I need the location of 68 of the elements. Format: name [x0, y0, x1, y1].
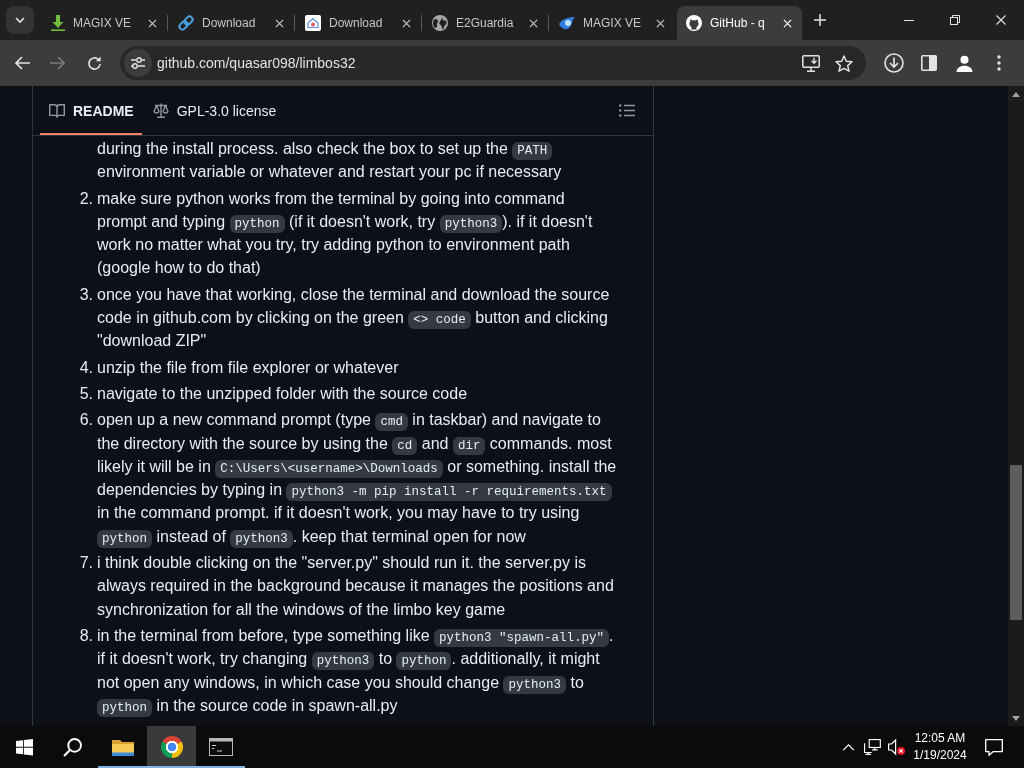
list-number: 8. — [78, 625, 93, 646]
scrollbar-thumb[interactable] — [1010, 465, 1022, 620]
close-icon — [274, 18, 284, 28]
list-number: 3. — [78, 284, 93, 305]
download-arrow-icon — [51, 15, 65, 31]
back-arrow-icon — [14, 56, 30, 70]
minimize-icon — [904, 19, 914, 21]
list-item-text: navigate to the unzipped folder with the source code — [97, 383, 469, 404]
monitor-arrow-icon — [802, 54, 820, 72]
chevron-up-icon — [841, 743, 855, 751]
comet-icon — [559, 16, 575, 30]
list-item-text: unzip the file from file explorer or whatever — [97, 357, 400, 378]
book-icon — [49, 103, 65, 118]
console-window-icon — [208, 738, 233, 756]
browser-tab[interactable]: GitHub - q — [677, 6, 802, 40]
kebab-menu-icon — [997, 55, 1001, 71]
scrollbar[interactable] — [1008, 86, 1024, 726]
browser-tab[interactable]: Download — [169, 6, 294, 40]
list-number: 2. — [78, 188, 93, 209]
triangle-up-icon — [1012, 91, 1020, 97]
folder-icon — [111, 738, 134, 756]
taskbar-app-button[interactable] — [147, 726, 196, 768]
network-icon — [863, 739, 881, 755]
tab-search-button[interactable] — [6, 6, 34, 34]
globe-icon — [432, 15, 448, 31]
plus-icon — [814, 14, 826, 26]
triangle-down-icon — [1012, 715, 1020, 721]
window-panes-icon — [15, 738, 33, 756]
readme-tab[interactable]: README — [40, 86, 142, 135]
close-icon — [401, 18, 411, 28]
search-icon — [62, 737, 82, 757]
close-icon — [655, 18, 665, 28]
address-bar[interactable]: github.com/quasar098/limbos32 — [120, 46, 866, 80]
list-number: 4. — [78, 357, 93, 378]
chevron-down-icon — [15, 17, 25, 23]
browser-tab[interactable]: MAGIX VE — [550, 6, 675, 40]
browser-tab[interactable]: MAGIX VE — [42, 6, 167, 40]
readme-tab[interactable]: GPL-3.0 license — [143, 86, 285, 135]
sliders-icon — [131, 57, 145, 69]
url-text[interactable]: github.com/quasar098/limbos32 — [157, 55, 356, 71]
browser-tab[interactable]: E2Guardia — [423, 6, 548, 40]
site-info-button[interactable] — [124, 49, 152, 77]
forward-arrow-icon — [50, 56, 66, 70]
ring-logo-icon — [160, 736, 183, 758]
house-tile-icon — [305, 15, 321, 31]
clock[interactable]: 12:05 AM 1/19/2024 — [910, 726, 970, 768]
close-icon — [528, 18, 538, 28]
restore-icon — [950, 15, 960, 25]
list-item-text: make sure python works from the terminal by going into command prompt and typing python (if it doesn't work, try python3 ). if it doesn't work no matter what you try, try adding python to environment path (google how to do that) — [97, 188, 594, 279]
profile-icon — [955, 54, 973, 72]
side-panel-icon — [921, 55, 937, 71]
close-icon — [147, 18, 157, 28]
reload-icon — [86, 55, 102, 71]
list-number: 5. — [78, 383, 93, 404]
star-icon — [835, 54, 853, 72]
list-item-text: in the terminal from before, type something like python3 "spawn-all.py" . if it doesn't work, try changing python3 to python . additionally, it might not open any windows, in which case you should change python3 to python in the source code in spawn-all.py — [97, 625, 615, 718]
list-number: 6. — [78, 410, 93, 431]
download-circle-icon — [884, 53, 904, 73]
speech-bubble-icon — [985, 738, 1003, 756]
list-number: 7. — [78, 553, 93, 574]
cat-logo-icon — [686, 15, 702, 31]
close-icon — [782, 18, 792, 28]
close-icon — [996, 15, 1006, 25]
scale-icon — [152, 103, 169, 118]
list-item-text: once you have that working, close the terminal and download the source code in github.com by clicking on the green <> code button and clicking "download ZIP" — [97, 284, 611, 352]
link-icon — [178, 15, 194, 31]
browser-tab[interactable]: Download — [296, 6, 421, 40]
list-icon — [619, 104, 635, 117]
